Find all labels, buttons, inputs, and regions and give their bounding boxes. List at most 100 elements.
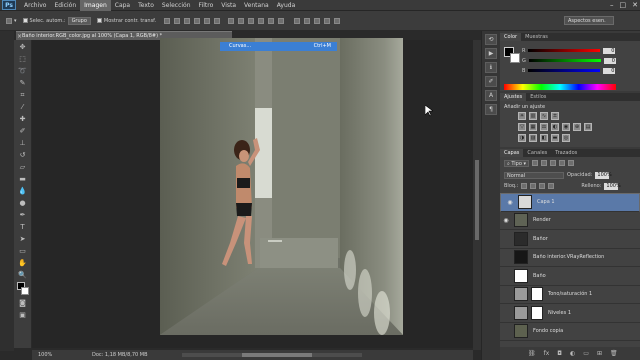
distribute-icon[interactable] bbox=[228, 17, 235, 24]
minimize-button[interactable]: – bbox=[610, 0, 614, 11]
menu-5[interactable]: Selección bbox=[158, 0, 195, 11]
healing-brush-tool-icon[interactable]: ✚ bbox=[17, 114, 29, 124]
quick-mask-icon[interactable]: ◙ bbox=[17, 298, 29, 308]
crop-tool-icon[interactable]: ⌗ bbox=[17, 90, 29, 100]
distribute-left-icon[interactable] bbox=[258, 17, 265, 24]
red-slider[interactable] bbox=[528, 49, 601, 52]
menu-3[interactable]: Capa bbox=[111, 0, 134, 11]
align-center-icon[interactable] bbox=[204, 17, 211, 24]
close-tab-icon[interactable]: × bbox=[17, 32, 22, 41]
dodge-tool-icon[interactable]: ● bbox=[17, 198, 29, 208]
vibrance-icon[interactable]: ▽ bbox=[518, 123, 526, 131]
lock-transparent-icon[interactable] bbox=[521, 183, 528, 189]
fx-icon[interactable]: fx bbox=[544, 350, 550, 357]
eyedropper-tool-icon[interactable]: ⁄ bbox=[17, 102, 29, 112]
tab-color[interactable]: Color bbox=[500, 33, 522, 41]
filter-pixel-icon[interactable] bbox=[532, 160, 539, 166]
background-color-swatch[interactable] bbox=[510, 53, 520, 63]
curves-icon[interactable]: ∿ bbox=[540, 112, 548, 120]
lasso-tool-icon[interactable]: ➰ bbox=[17, 66, 29, 76]
distribute-hcenter-icon[interactable] bbox=[268, 17, 275, 24]
distribute-center-icon[interactable] bbox=[238, 17, 245, 24]
align-right-icon[interactable] bbox=[214, 17, 221, 24]
move-tool-icon[interactable]: ✥ bbox=[17, 42, 29, 52]
blue-slider[interactable] bbox=[528, 69, 601, 72]
lock-position-icon[interactable] bbox=[539, 183, 546, 189]
tab-adjustments[interactable]: Ajustes bbox=[500, 93, 527, 101]
tab-layers[interactable]: Capas bbox=[500, 149, 524, 157]
tab-styles[interactable]: Estilos bbox=[526, 93, 550, 101]
channel-mixer-icon[interactable]: ⊕ bbox=[573, 123, 581, 131]
opacity-value[interactable]: 100% bbox=[595, 171, 612, 179]
3d-mode-icon[interactable] bbox=[294, 17, 301, 24]
default-colors-icon[interactable] bbox=[16, 282, 29, 296]
3d-rotate-icon[interactable] bbox=[304, 17, 311, 24]
mask-icon[interactable]: ◘ bbox=[557, 350, 562, 357]
menu-0[interactable]: Archivo bbox=[20, 0, 50, 11]
menu-1[interactable]: Edición bbox=[50, 0, 80, 11]
hand-tool-icon[interactable]: ✋ bbox=[17, 258, 29, 268]
move-tool-preset[interactable]: ▾ bbox=[6, 17, 17, 24]
clone-stamp-tool-icon[interactable]: ⊥ bbox=[17, 138, 29, 148]
tab-channels[interactable]: Canales bbox=[523, 149, 551, 157]
tab-swatches[interactable]: Muestras bbox=[521, 33, 552, 41]
3d-pan-icon[interactable] bbox=[324, 17, 331, 24]
menu-2[interactable]: Imagen bbox=[80, 0, 111, 11]
maximize-button[interactable]: □ bbox=[620, 0, 627, 11]
paragraph-panel-icon[interactable]: ¶ bbox=[485, 104, 497, 115]
align-middle-icon[interactable] bbox=[174, 17, 181, 24]
curves-menu-item[interactable]: Curvas... Ctrl+M bbox=[220, 42, 337, 51]
layer-row[interactable]: ◉ Render bbox=[500, 212, 640, 230]
menu-6[interactable]: Filtro bbox=[195, 0, 218, 11]
layer-row[interactable]: Tono/saturación 1 bbox=[500, 286, 640, 304]
threshold-icon[interactable]: ◧ bbox=[540, 134, 548, 142]
layer-row[interactable]: Fondo copia bbox=[500, 323, 640, 341]
show-transform-checkbox[interactable] bbox=[96, 18, 102, 23]
show-transform-option[interactable]: Mostrar contr. transf. bbox=[96, 18, 156, 24]
blur-tool-icon[interactable]: 💧 bbox=[17, 186, 29, 196]
tab-paths[interactable]: Trazados bbox=[551, 149, 581, 157]
photo-filter-icon[interactable]: ◉ bbox=[562, 123, 570, 131]
gradient-map-icon[interactable]: ▬ bbox=[551, 134, 559, 142]
lock-all-icon[interactable] bbox=[548, 183, 555, 189]
rectangle-tool-icon[interactable]: ▭ bbox=[17, 246, 29, 256]
selective-color-icon[interactable]: ◎ bbox=[562, 134, 570, 142]
info-panel-icon[interactable]: ℹ bbox=[485, 62, 497, 73]
layer-mask-thumbnail[interactable] bbox=[531, 287, 543, 302]
layer-filter-dropdown[interactable]: ⌕ Tipo ▾ bbox=[504, 159, 530, 167]
link-icon[interactable]: ⛓ bbox=[528, 350, 536, 357]
auto-select-option[interactable]: Selec. autom.: Grupo bbox=[22, 16, 91, 25]
actions-panel-icon[interactable]: ▶ bbox=[485, 48, 497, 59]
align-top-icon[interactable] bbox=[164, 17, 171, 24]
layer-mask-thumbnail[interactable] bbox=[531, 305, 543, 320]
menu-9[interactable]: Ayuda bbox=[273, 0, 300, 11]
folder-icon[interactable]: ▭ bbox=[583, 350, 589, 357]
screen-mode-icon[interactable]: ▣ bbox=[17, 310, 29, 320]
quick-select-tool-icon[interactable]: ✎ bbox=[17, 78, 29, 88]
close-window-button[interactable]: ✕ bbox=[632, 0, 638, 11]
scroll-thumb[interactable] bbox=[242, 353, 312, 357]
visibility-eye-icon[interactable]: ◉ bbox=[500, 217, 512, 224]
document-canvas[interactable] bbox=[160, 38, 403, 335]
auto-select-dropdown[interactable]: Grupo bbox=[67, 16, 91, 25]
trash-icon[interactable]: 🗑 bbox=[610, 350, 618, 357]
3d-roll-icon[interactable] bbox=[314, 17, 321, 24]
levels-icon[interactable]: ▥ bbox=[529, 112, 537, 120]
posterize-icon[interactable]: ▨ bbox=[529, 134, 537, 142]
color-spectrum[interactable] bbox=[504, 84, 616, 90]
layer-row[interactable]: Baño bbox=[500, 267, 640, 286]
workspace-selector[interactable]: Aspectos esen. bbox=[564, 16, 614, 25]
filter-type-icon[interactable] bbox=[550, 160, 557, 166]
blend-mode-dropdown[interactable]: Normal bbox=[504, 171, 564, 179]
background-color-swatch[interactable] bbox=[20, 287, 29, 295]
layer-row[interactable]: ◉ Capa 1 bbox=[500, 193, 640, 212]
hue-icon[interactable]: ▦ bbox=[529, 123, 537, 131]
menu-7[interactable]: Vista bbox=[217, 0, 240, 11]
3d-slide-icon[interactable] bbox=[334, 17, 341, 24]
path-select-tool-icon[interactable]: ➤ bbox=[17, 234, 29, 244]
filter-adjust-icon[interactable] bbox=[541, 160, 548, 166]
auto-select-checkbox[interactable] bbox=[22, 18, 28, 23]
horizontal-scrollbar[interactable] bbox=[182, 353, 362, 357]
history-brush-tool-icon[interactable]: ↺ bbox=[17, 150, 29, 160]
layer-row[interactable]: Bañor bbox=[500, 230, 640, 249]
